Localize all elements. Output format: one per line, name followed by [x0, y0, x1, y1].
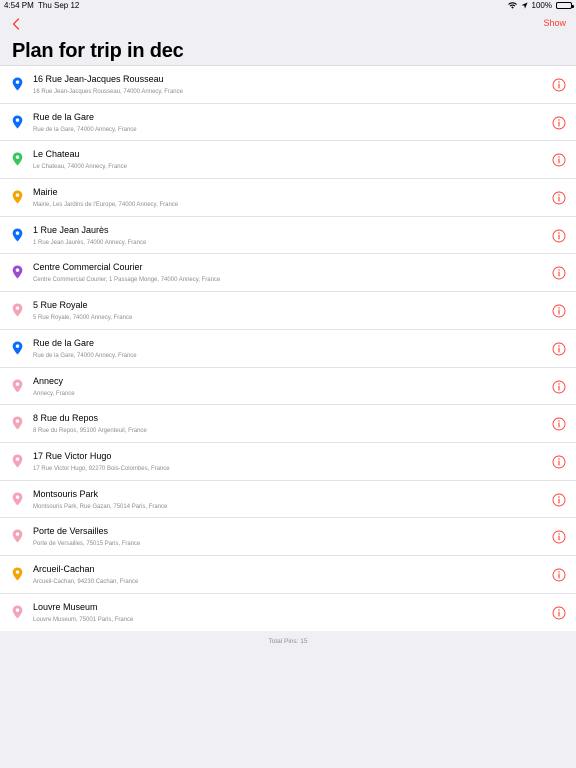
pin-title: Porte de Versailles	[33, 526, 109, 537]
pin-title: Mairie	[33, 187, 58, 198]
map-pin-icon	[12, 265, 23, 279]
map-pin-icon	[12, 228, 23, 242]
status-bar: 4:54 PM Thu Sep 12 100%	[0, 0, 576, 12]
pin-title: Arcueil-Cachan	[33, 563, 95, 574]
info-icon[interactable]	[552, 455, 566, 469]
list-item[interactable]: Annecy Annecy, France	[0, 368, 576, 406]
chevron-left-icon	[12, 18, 20, 30]
pin-address: 17 Rue Victor Hugo, 92270 Bois-Colombes,…	[33, 465, 170, 472]
pin-address: 5 Rue Royale, 74000 Annecy, France	[33, 315, 133, 322]
pin-address: Porte de Versailles, 75015 Paris, France	[33, 541, 141, 548]
info-icon[interactable]	[552, 78, 566, 92]
pin-title: Louvre Museum	[33, 601, 98, 612]
list-item[interactable]: Mairie Mairie, Les Jardins de l'Europe, 7…	[0, 179, 576, 217]
pin-title: 8 Rue du Repos	[33, 413, 99, 424]
pin-title: Rue de la Gare	[33, 111, 95, 122]
status-time: 4:54 PM	[4, 1, 34, 10]
pin-title: Centre Commercial Courier	[33, 262, 143, 273]
info-icon[interactable]	[552, 493, 566, 507]
map-pin-icon	[12, 378, 23, 393]
info-icon[interactable]	[552, 606, 566, 620]
info-icon[interactable]	[552, 304, 566, 318]
pin-title: 1 Rue Jean Jaurès	[33, 224, 109, 235]
map-pin-icon	[12, 152, 23, 166]
page-title: Plan for trip in dec	[12, 40, 184, 62]
total-pins-label: Total Pins: 15	[268, 638, 308, 645]
pin-title: Annecy	[33, 375, 64, 386]
list-item[interactable]: Le Chateau Le Chateau, 74000 Annecy, Fran…	[0, 141, 576, 180]
info-icon[interactable]	[552, 116, 566, 130]
wifi-icon	[507, 2, 517, 9]
back-button[interactable]	[8, 15, 24, 33]
pin-address: Mairie, Les Jardins de l'Europe, 74000 A…	[33, 202, 179, 209]
map-pin-icon	[12, 190, 23, 204]
pin-title: 5 Rue Royale	[33, 300, 88, 311]
list-item[interactable]: 1 Rue Jean Jaurès 1 Rue Jean Jaurès, 7400…	[0, 217, 576, 255]
list-item[interactable]: 17 Rue Victor Hugo 17 Rue Victor Hugo, 92…	[0, 443, 576, 481]
status-date: Thu Sep 12	[38, 1, 80, 10]
list-item[interactable]: 8 Rue du Repos 8 Rue du Repos, 95100 Arge…	[0, 405, 576, 443]
pin-address: 1 Rue Jean Jaurès, 74000 Annecy, France	[33, 239, 147, 246]
map-pin-icon	[12, 341, 23, 355]
pin-address: Louvre Museum, 75001 Paris, France	[33, 616, 134, 623]
info-icon[interactable]	[552, 266, 566, 280]
map-pin-icon	[12, 454, 23, 468]
list-item[interactable]: Centre Commercial Courier Centre Commerci…	[0, 254, 576, 293]
list-item[interactable]: Rue de la Gare Rue de la Gare, 74000 Anne…	[0, 330, 576, 368]
pin-title: 16 Rue Jean-Jacques Rousseau	[33, 74, 164, 84]
list-item[interactable]: Porte de Versailles Porte de Versailles, …	[0, 518, 576, 556]
map-pin-icon	[12, 77, 23, 91]
list-item[interactable]: Arcueil-Cachan Arcueil-Cachan, 94230 Cach…	[0, 556, 576, 594]
pin-list: 16 Rue Jean-Jacques Rousseau 16 Rue Jean-…	[0, 65, 576, 632]
pin-title: Montsouris Park	[33, 488, 99, 499]
map-pin-icon	[12, 416, 23, 430]
info-icon[interactable]	[552, 380, 566, 394]
map-pin-icon	[12, 605, 23, 619]
pin-address: 8 Rue du Repos, 95100 Argenteuil, France	[33, 428, 147, 435]
list-item[interactable]: Louvre Museum Louvre Museum, 75001 Paris,…	[0, 594, 576, 632]
status-right: 100%	[507, 1, 574, 10]
list-item[interactable]: Rue de la Gare Rue de la Gare, 74000 Anne…	[0, 104, 576, 142]
info-icon[interactable]	[552, 229, 566, 243]
info-icon[interactable]	[552, 342, 566, 356]
info-icon[interactable]	[552, 153, 566, 167]
pin-address: Rue de la Gare, 74000 Annecy, France	[33, 352, 137, 359]
info-icon[interactable]	[552, 417, 566, 431]
list-item[interactable]: Montsouris Park Montsouris Park, Rue Gaza…	[0, 481, 576, 519]
pin-address: 16 Rue Jean-Jacques Rousseau, 74000 Anne…	[33, 89, 183, 95]
list-item[interactable]: 16 Rue Jean-Jacques Rousseau 16 Rue Jean-…	[0, 66, 576, 104]
pin-address: Annecy, France	[33, 390, 75, 397]
pin-address: Centre Commercial Courier, 1 Passage Mon…	[33, 277, 221, 284]
battery-percent: 100%	[531, 1, 552, 10]
map-pin-icon	[12, 567, 23, 581]
info-icon[interactable]	[552, 568, 566, 582]
map-pin-icon	[12, 303, 23, 317]
map-pin-icon	[12, 492, 23, 506]
pin-address: Rue de la Gare, 74000 Annecy, France	[33, 126, 137, 133]
battery-icon	[556, 2, 574, 9]
pin-address: Montsouris Park, Rue Gazan, 75014 Paris,…	[33, 503, 168, 510]
pin-title: 17 Rue Victor Hugo	[33, 450, 112, 461]
info-icon[interactable]	[552, 191, 566, 205]
info-icon[interactable]	[552, 530, 566, 544]
pin-address: Arcueil-Cachan, 94230 Cachan, France	[33, 578, 139, 585]
map-pin-icon	[12, 529, 23, 543]
pin-address: Le Chateau, 74000 Annecy, France	[33, 164, 127, 171]
list-item[interactable]: 5 Rue Royale 5 Rue Royale, 74000 Annecy, …	[0, 292, 576, 330]
map-pin-icon	[12, 115, 23, 129]
pin-title: Rue de la Gare	[33, 337, 95, 348]
pin-title: Le Chateau	[33, 149, 80, 160]
location-arrow-icon	[520, 2, 528, 9]
navigation-bar: Show	[0, 12, 576, 36]
show-button[interactable]: Show	[543, 18, 566, 28]
